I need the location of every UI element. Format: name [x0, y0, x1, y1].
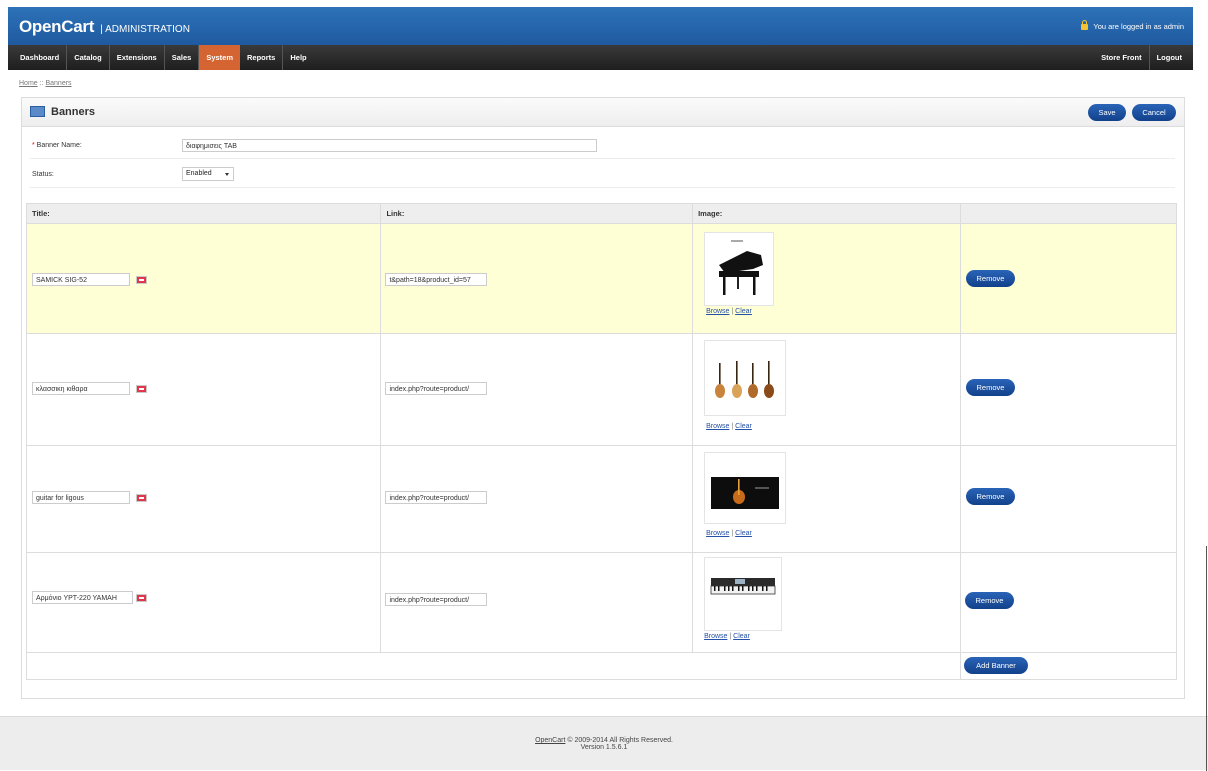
footer-copyright: OpenCart © 2009-2014 All Rights Reserved… [535, 737, 673, 744]
footer: OpenCart © 2009-2014 All Rights Reserved… [0, 716, 1208, 770]
image-actions: Browse | Clear [706, 423, 752, 430]
menu-help[interactable]: Help [283, 45, 313, 70]
status-row: Status: Enabled [30, 159, 1175, 188]
link-input[interactable]: index.php?route=product/ [385, 491, 488, 504]
footer-opencart-link[interactable]: OpenCart [535, 737, 565, 744]
menu-catalog[interactable]: Catalog [67, 45, 110, 70]
language-flag-icon [136, 385, 147, 393]
menu-system[interactable]: System [199, 45, 241, 70]
status-label: Status: [32, 171, 54, 178]
language-flag-icon [136, 594, 147, 602]
banner-image-guitar-banner[interactable] [704, 452, 787, 524]
banner-image-guitars[interactable] [704, 340, 787, 416]
top-header: OpenCart | ADMINISTRATION You are logged… [8, 7, 1193, 45]
remove-button[interactable]: Remove [964, 592, 1014, 609]
page-title-wrap: Banners [30, 105, 96, 118]
menu-store-front[interactable]: Store Front [1094, 45, 1150, 70]
link-input[interactable]: t&path=18&product_id=57 [385, 273, 488, 286]
menu-logout[interactable]: Logout [1150, 45, 1189, 70]
grand-piano-image [705, 233, 774, 305]
brand-name: OpenCart [19, 17, 95, 36]
image-actions: Browse | Clear [706, 530, 752, 537]
title-input[interactable]: guitar for ligous [32, 491, 130, 504]
remove-button[interactable]: Remove [965, 488, 1015, 505]
clear-link[interactable]: Clear [735, 530, 752, 537]
language-flag-icon [136, 494, 147, 502]
menu-dashboard[interactable]: Dashboard [13, 45, 68, 70]
browse-link[interactable]: Browse [704, 633, 727, 640]
menu-reports[interactable]: Reports [240, 45, 284, 70]
banner-images-table: Title: Link: Image: SAMICK SIG-52 t&path… [25, 203, 1178, 680]
save-button[interactable]: Save [1088, 104, 1126, 121]
login-text: You are logged in as admin [1093, 22, 1184, 31]
lock-icon [1081, 20, 1089, 30]
page-title: Banners [51, 106, 96, 118]
banner-name-row: * Banner Name: διαφημισεις TAB [30, 134, 1175, 159]
col-action [959, 203, 1178, 224]
table-row: κλασσικη κιθαρα index.php?route=product/ [25, 333, 1178, 446]
guitar-banner-image [705, 453, 786, 523]
col-title: Title: [25, 203, 382, 224]
breadcrumb-current[interactable]: Banners [45, 80, 71, 87]
chevron-down-icon [225, 173, 229, 176]
table-row: SAMICK SIG-52 t&path=18&product_id=57 Br… [25, 223, 1178, 334]
link-input[interactable]: index.php?route=product/ [385, 382, 488, 395]
menu-extensions[interactable]: Extensions [110, 45, 165, 70]
menu-sales[interactable]: Sales [165, 45, 200, 70]
box-heading: Banners Save Cancel [22, 98, 1184, 127]
cancel-button[interactable]: Cancel [1132, 104, 1176, 121]
banner-name-input[interactable]: διαφημισεις TAB [182, 139, 597, 152]
brand: OpenCart | ADMINISTRATION [19, 17, 190, 37]
remove-button[interactable]: Remove [965, 270, 1015, 287]
title-input[interactable]: SAMICK SIG-52 [32, 273, 130, 286]
image-actions: Browse | Clear [706, 308, 752, 315]
table-row: Αρμόνιο YPT-220 YAMAH index.php?route=pr… [25, 552, 1178, 653]
clear-link[interactable]: Clear [735, 423, 752, 430]
footer-version: Version 1.5.6.1 [580, 744, 628, 751]
main-menu: Dashboard Catalog Extensions Sales Syste… [8, 45, 1193, 70]
breadcrumb-home[interactable]: Home [19, 80, 38, 87]
status-value: Enabled [186, 170, 212, 177]
remove-button[interactable]: Remove [965, 379, 1015, 396]
browse-link[interactable]: Browse [706, 308, 729, 315]
keyboard-image [705, 558, 782, 630]
banner-icon [30, 105, 45, 117]
add-banner-button[interactable]: Add Banner [963, 657, 1028, 674]
login-status: You are logged in as admin [1081, 20, 1184, 31]
brand-suffix: | ADMINISTRATION [100, 24, 190, 35]
link-input[interactable]: index.php?route=product/ [385, 593, 488, 606]
banner-form-box: Banners Save Cancel * Banner Name: διαφη… [21, 97, 1185, 699]
browse-link[interactable]: Browse [706, 423, 729, 430]
banner-image-keyboard[interactable] [704, 557, 783, 631]
image-actions: Browse | Clear [704, 633, 750, 640]
breadcrumb: Home :: Banners [19, 80, 72, 87]
col-image: Image: [692, 203, 961, 224]
browse-link[interactable]: Browse [706, 530, 729, 537]
title-input[interactable]: κλασσικη κιθαρα [32, 382, 130, 395]
table-header-row: Title: Link: Image: [25, 203, 1178, 224]
table-row: guitar for ligous index.php?route=produc… [25, 445, 1178, 553]
title-input[interactable]: Αρμόνιο YPT-220 YAMAH [32, 591, 133, 604]
window-edge-divider [1206, 546, 1207, 771]
banner-image-piano[interactable] [704, 232, 775, 306]
col-link: Link: [380, 203, 694, 224]
language-flag-icon [136, 276, 147, 284]
banner-name-label: * Banner Name: [32, 142, 82, 149]
add-banner-row: Add Banner [26, 652, 1178, 680]
clear-link[interactable]: Clear [735, 308, 752, 315]
clear-link[interactable]: Clear [733, 633, 750, 640]
status-select[interactable]: Enabled [182, 167, 234, 181]
guitars-image [705, 341, 786, 415]
